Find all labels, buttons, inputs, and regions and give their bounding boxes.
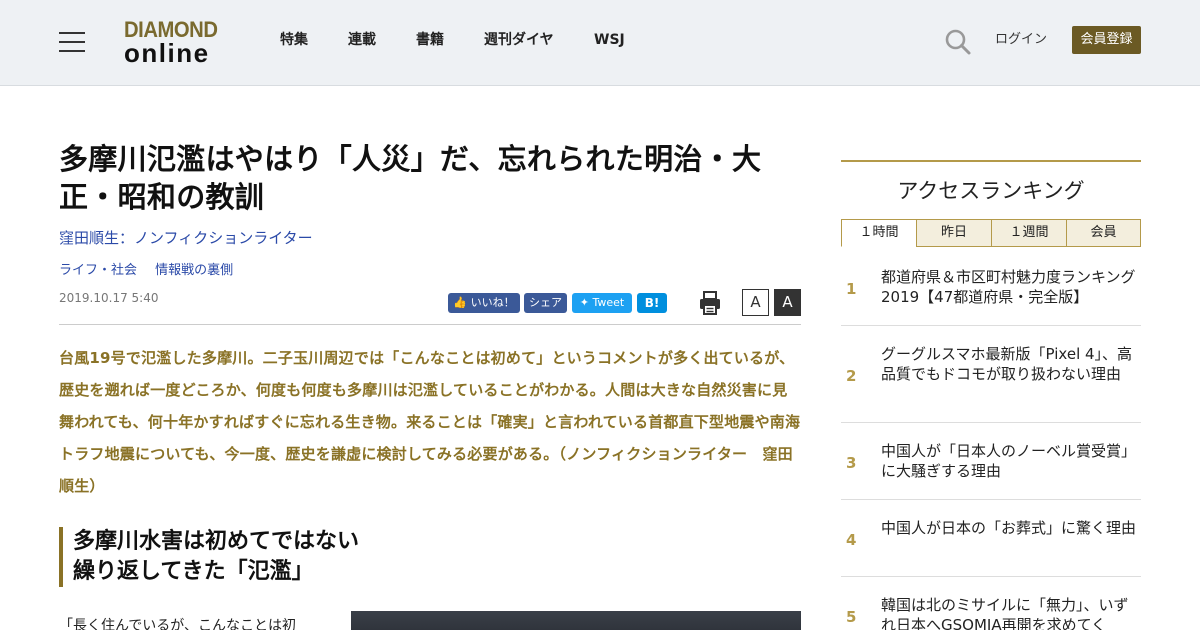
nav-item-special[interactable]: 特集: [280, 31, 308, 49]
ranking-item[interactable]: 4 中国人が日本の「お葬式」に驚く理由: [841, 500, 1141, 577]
ranking-title: 中国人が「日本人のノーベル賞受賞」に大騒ぎする理由: [881, 442, 1137, 480]
tweet-button[interactable]: ✦ Tweet: [572, 293, 632, 313]
ranking-item[interactable]: 2 グーグルスマホ最新版「Pixel 4」、高品質でもドコモが取り扱わない理由: [841, 326, 1141, 423]
nav-item-series[interactable]: 連載: [348, 31, 376, 49]
article-categories: ライフ・社会 情報戦の裏側: [59, 262, 247, 280]
site-header: DIAMOND online 特集 連載 書籍 週刊ダイヤ WSJ ログイン 会…: [0, 0, 1200, 86]
ranking-number: 4: [846, 531, 857, 549]
ranking-number: 1: [846, 280, 857, 298]
category-link-info-war[interactable]: 情報戦の裏側: [155, 263, 233, 278]
nav-item-weekly-diamond[interactable]: 週刊ダイヤ: [484, 31, 554, 49]
category-link-life-society[interactable]: ライフ・社会: [59, 263, 137, 278]
login-link[interactable]: ログイン: [995, 31, 1047, 49]
article-author[interactable]: 窪田順生：ノンフィクションライター: [59, 228, 313, 248]
ranking-title: 都道府県＆市区町村魅力度ランキング2019【47都道府県・完全版】: [881, 268, 1136, 306]
menu-icon[interactable]: [59, 32, 85, 52]
ranking-title: グーグルスマホ最新版「Pixel 4」、高品質でもドコモが取り扱わない理由: [881, 345, 1133, 383]
divider: [59, 324, 801, 325]
article-body-text: 「長く住んでいるが、こんなことは初: [59, 618, 297, 630]
sidebar-title: アクセスランキング: [897, 179, 1085, 203]
article-date: 2019.10.17 5:40: [59, 291, 159, 305]
section-heading: 多摩川水害は初めてではない 繰り返してきた「氾濫」: [59, 527, 801, 587]
tab-members[interactable]: 会員: [1066, 219, 1141, 247]
tweet-label: Tweet: [592, 296, 625, 309]
logo-bottom-text: online: [124, 38, 210, 68]
ranking-number: 2: [846, 367, 857, 385]
thumbs-up-icon: 👍: [453, 296, 468, 309]
ranking-item[interactable]: 3 中国人が「日本人のノーベル賞受賞」に大騒ぎする理由: [841, 423, 1141, 500]
article-lead: 台風19号で氾濫した多摩川。二子玉川周辺では「こんなことは初めて」というコメント…: [59, 349, 801, 495]
font-size-large-button[interactable]: A: [774, 289, 801, 316]
facebook-share-button[interactable]: シェア: [524, 293, 567, 313]
ranking-number: 5: [846, 608, 857, 626]
tab-1-week[interactable]: １週間: [991, 219, 1067, 247]
site-logo[interactable]: DIAMOND online: [124, 18, 228, 68]
font-size-small-button[interactable]: A: [742, 289, 769, 316]
tab-1-hour[interactable]: １時間: [841, 219, 917, 247]
section-heading-line2: 繰り返してきた「氾濫」: [73, 559, 314, 584]
article-title: 多摩川氾濫はやはり「人災」だ、忘れられた明治・大正・昭和の教訓: [59, 142, 762, 214]
ranking-tabs: １時間 昨日 １週間 会員: [841, 219, 1141, 247]
ranking-number: 3: [846, 454, 857, 472]
article-photo: [351, 611, 801, 630]
nav-item-wsj[interactable]: WSJ: [594, 31, 625, 49]
ranking-item[interactable]: 5 韓国は北のミサイルに「無力」、いずれ日本へGSOMIA再開を求めてく: [841, 577, 1141, 630]
sidebar-divider: [841, 160, 1141, 162]
register-button[interactable]: 会員登録: [1072, 26, 1141, 54]
ranking-item[interactable]: 1 都道府県＆市区町村魅力度ランキング2019【47都道府県・完全版】: [841, 247, 1141, 326]
ranking-title: 韓国は北のミサイルに「無力」、いずれ日本へGSOMIA再開を求めてく: [881, 596, 1129, 630]
print-icon[interactable]: [699, 291, 721, 315]
tab-yesterday[interactable]: 昨日: [916, 219, 992, 247]
facebook-like-button[interactable]: 👍 いいね！: [448, 293, 520, 313]
nav-item-books[interactable]: 書籍: [416, 31, 444, 49]
hatena-bookmark-button[interactable]: B!: [637, 293, 667, 313]
facebook-like-label: いいね！: [470, 296, 515, 309]
search-icon[interactable]: [944, 28, 972, 56]
ranking-title: 中国人が日本の「お葬式」に驚く理由: [881, 519, 1137, 537]
twitter-bird-icon: ✦: [579, 296, 589, 309]
section-heading-line1: 多摩川水害は初めてではない: [73, 529, 360, 554]
